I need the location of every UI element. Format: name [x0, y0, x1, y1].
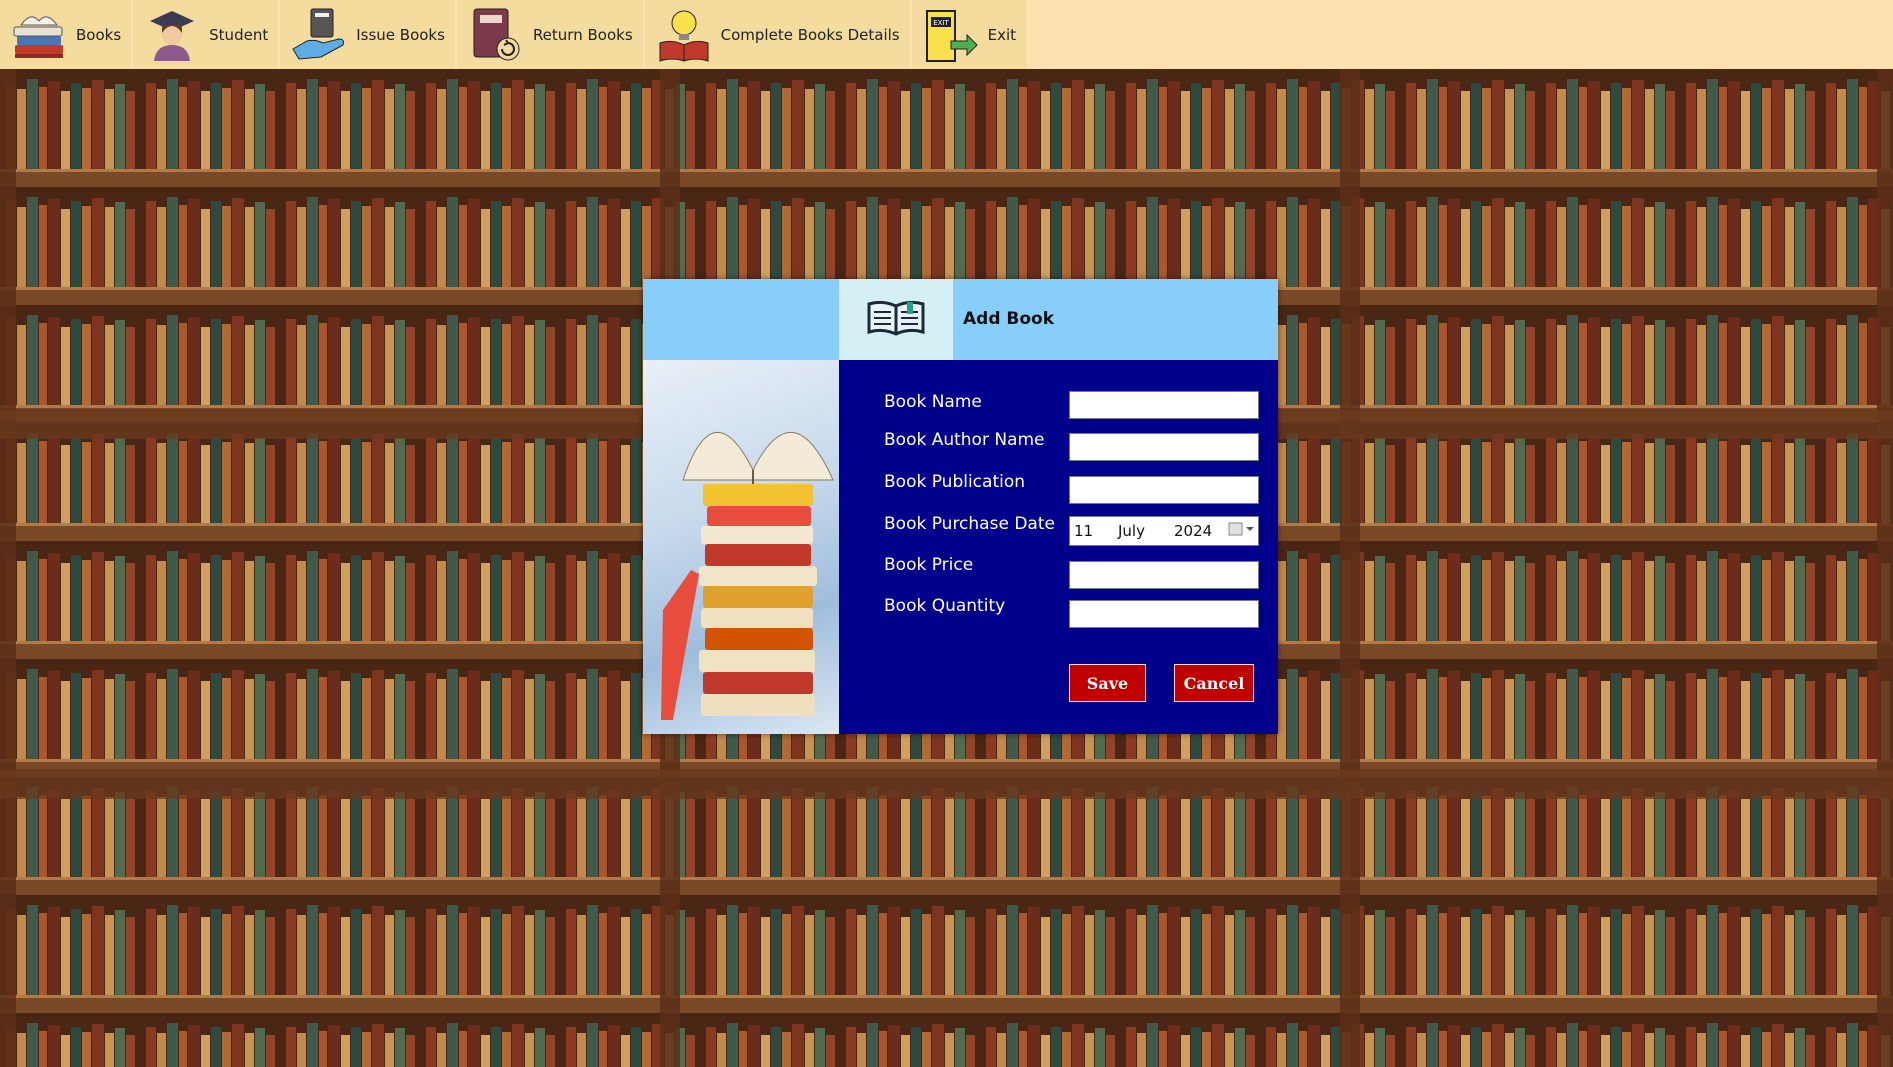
menu-books-button[interactable]: Books [0, 0, 132, 69]
menu-student-label: Student [209, 25, 269, 44]
book-quantity-label: Book Quantity [884, 596, 1006, 616]
date-month: July [1118, 522, 1145, 540]
book-price-label: Book Price [884, 555, 974, 575]
menu-issue-books-button[interactable]: Issue Books [280, 0, 455, 69]
book-name-label: Book Name [884, 392, 982, 412]
menu-student-button[interactable]: Student [133, 0, 279, 69]
student-graduate-icon [141, 4, 203, 66]
add-book-dialog: Add Book Book Name Book Author Name Book… [643, 279, 1278, 734]
book-publication-label: Book Publication [884, 472, 1026, 492]
cancel-button[interactable]: Cancel [1174, 664, 1254, 702]
menu-issue-books-label: Issue Books [356, 25, 445, 44]
open-book-icon [865, 298, 927, 342]
menu-complete-books-details-button[interactable]: Complete Books Details [644, 0, 910, 69]
book-stack-image [643, 360, 839, 734]
date-year: 2024 [1174, 522, 1213, 540]
save-button[interactable]: Save [1069, 664, 1146, 702]
book-price-input[interactable] [1069, 561, 1259, 589]
menu-return-books-button[interactable]: Return Books [456, 0, 643, 69]
book-author-name-input[interactable] [1069, 433, 1259, 461]
dialog-header: Add Book [643, 279, 1278, 360]
book-name-input[interactable] [1069, 391, 1259, 419]
book-quantity-input[interactable] [1069, 600, 1259, 628]
book-purchase-date-label: Book Purchase Date [884, 514, 1055, 534]
menu-exit-label: Exit [987, 25, 1017, 44]
menu-return-books-label: Return Books [532, 25, 633, 44]
hand-book-icon [288, 4, 350, 66]
menu-exit-button[interactable]: EXIT Exit [911, 0, 1027, 69]
calendar-dropdown-icon[interactable] [1228, 520, 1256, 542]
exit-door-icon: EXIT [920, 4, 982, 66]
dialog-icon-box [839, 279, 953, 360]
book-return-icon [465, 4, 527, 66]
main-toolbar: Books Student Issue Books Return Books C… [0, 0, 1893, 69]
svg-text:EXIT: EXIT [933, 19, 949, 27]
book-purchase-date-picker[interactable]: 11 July 2024 [1069, 516, 1259, 546]
date-day: 11 [1074, 522, 1094, 540]
book-publication-input[interactable] [1069, 476, 1259, 504]
menu-books-label: Books [76, 25, 122, 44]
books-stack-icon [8, 4, 70, 66]
book-author-name-label: Book Author Name [884, 430, 1045, 450]
dialog-title: Add Book [963, 309, 1055, 329]
menu-complete-books-details-label: Complete Books Details [720, 25, 900, 44]
idea-book-icon [653, 4, 715, 66]
